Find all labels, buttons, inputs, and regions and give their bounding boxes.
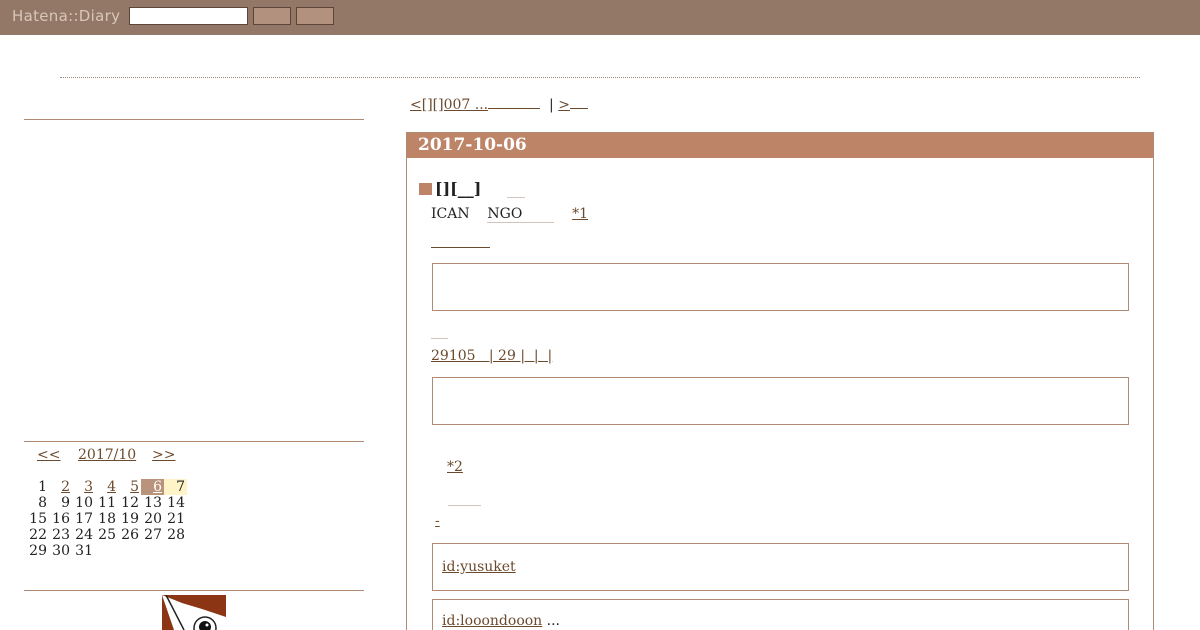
header-divider (60, 77, 1140, 78)
calendar-day: 24 (75, 527, 93, 543)
calendar-day: 27 (144, 527, 162, 543)
calendar-top-divider (24, 441, 364, 442)
calendar-bottom-divider (24, 590, 364, 591)
calendar-day: 1 (38, 479, 47, 495)
search-button[interactable] (253, 7, 291, 25)
paragraph-3-link[interactable]: - (431, 513, 542, 529)
calendar-week: 22 23 24 25 26 27 28 (26, 527, 187, 543)
section-title: [][__] (419, 179, 481, 198)
text-dash: - (435, 513, 440, 529)
quote-box-1 (432, 263, 1129, 311)
calendar-day[interactable]: 2 (49, 479, 72, 495)
paragraph-1: ICAN NGO *1 (431, 206, 588, 223)
calendar-day: 16 (52, 511, 70, 527)
small-rule (431, 338, 448, 339)
link-underline-1[interactable] (431, 247, 490, 248)
footnote-2-link[interactable]: *2 (447, 459, 463, 475)
site-logo[interactable]: Hatena::Diary (12, 7, 120, 25)
day-pager: <[][]007 ... | > (410, 97, 588, 113)
comment-1-user-link[interactable]: id:yusuket (442, 559, 516, 575)
calendar-day: 19 (121, 511, 139, 527)
calendar-week: 1234567 (26, 479, 187, 495)
section-anchor-icon[interactable] (419, 182, 432, 195)
pager-separator: | (549, 97, 554, 113)
calendar-day: 11 (98, 495, 116, 511)
calendar-day: 21 (167, 511, 185, 527)
day-date-heading[interactable]: 2017-10-06 (407, 133, 1153, 158)
calendar-day: 7 (164, 479, 187, 495)
calendar-next-link[interactable]: >> (152, 447, 175, 463)
sidebar-divider (24, 119, 364, 120)
text-ican: ICAN (431, 206, 470, 222)
calendar-day: 15 (29, 511, 47, 527)
calendar-day: 20 (144, 511, 162, 527)
comment-2-text: ... (546, 613, 561, 629)
text-ngo: NGO (487, 206, 555, 223)
next-day-link[interactable]: > (558, 97, 570, 113)
calendar-day: 17 (75, 511, 93, 527)
section-title-text: [][__] (435, 179, 482, 198)
top-bar: Hatena::Diary (0, 0, 1200, 35)
calendar-week: 8 9 10 11 12 13 14 (26, 495, 187, 511)
next-link-underline (569, 99, 588, 109)
search-input[interactable] (129, 7, 248, 25)
calendar-prev-link[interactable]: << (37, 447, 60, 463)
paragraph-2-link[interactable]: 29105 | 29 | | | (431, 348, 674, 364)
calendar-day[interactable]: 6 (141, 479, 164, 495)
diary-day: 2017-10-06 [][__] ICAN NGO *1 29105 | 29… (406, 132, 1154, 630)
calendar-day: 22 (29, 527, 47, 543)
calendar-day: 31 (75, 543, 93, 559)
calendar-month-link[interactable]: 2017/10 (78, 447, 136, 463)
small-rule-2 (448, 505, 481, 506)
calendar-day: 12 (121, 495, 139, 511)
calendar-day: 13 (144, 495, 162, 511)
calendar-day: 29 (29, 543, 47, 559)
calendar-grid: 1 2 3 4 5 6 7 8 9 10 11 12 13 14 15 16 17 18 19 20 21 22 23 24 2… (26, 479, 187, 559)
calendar-day: 26 (121, 527, 139, 543)
footnote-2-line: *2 (447, 459, 463, 475)
calendar-day[interactable]: 3 (72, 479, 95, 495)
prev-link-underline (488, 99, 541, 109)
footnote-1-link[interactable]: *1 (572, 206, 588, 222)
text-29105: 29105 | 29 | | | (431, 348, 553, 364)
quote-box-2 (432, 377, 1129, 425)
calendar-week: 15 16 17 18 19 20 21 (26, 511, 187, 527)
calendar-day: 30 (52, 543, 70, 559)
calendar-day: 8 (38, 495, 47, 511)
calendar-week: 29 30 31 (26, 543, 187, 559)
calendar-day: 23 (52, 527, 70, 543)
calendar-day: 10 (75, 495, 93, 511)
calendar-day[interactable]: 4 (95, 479, 118, 495)
section-tail-rule (507, 197, 525, 198)
menu-button[interactable] (296, 7, 334, 25)
calendar-day: 25 (98, 527, 116, 543)
comment-2-user-link[interactable]: id:looondooon (442, 613, 542, 629)
calendar-day: 14 (167, 495, 185, 511)
owl-logo-image (162, 595, 226, 630)
comment-box-1: id:yusuket (432, 543, 1129, 591)
calendar-day: 18 (98, 511, 116, 527)
comment-box-2: id:looondooon ... (432, 599, 1129, 630)
calendar-day: 9 (61, 495, 70, 511)
prev-day-link[interactable]: <[][]007 ... (410, 97, 488, 113)
calendar-day[interactable]: 5 (118, 479, 141, 495)
calendar-day: 28 (167, 527, 185, 543)
